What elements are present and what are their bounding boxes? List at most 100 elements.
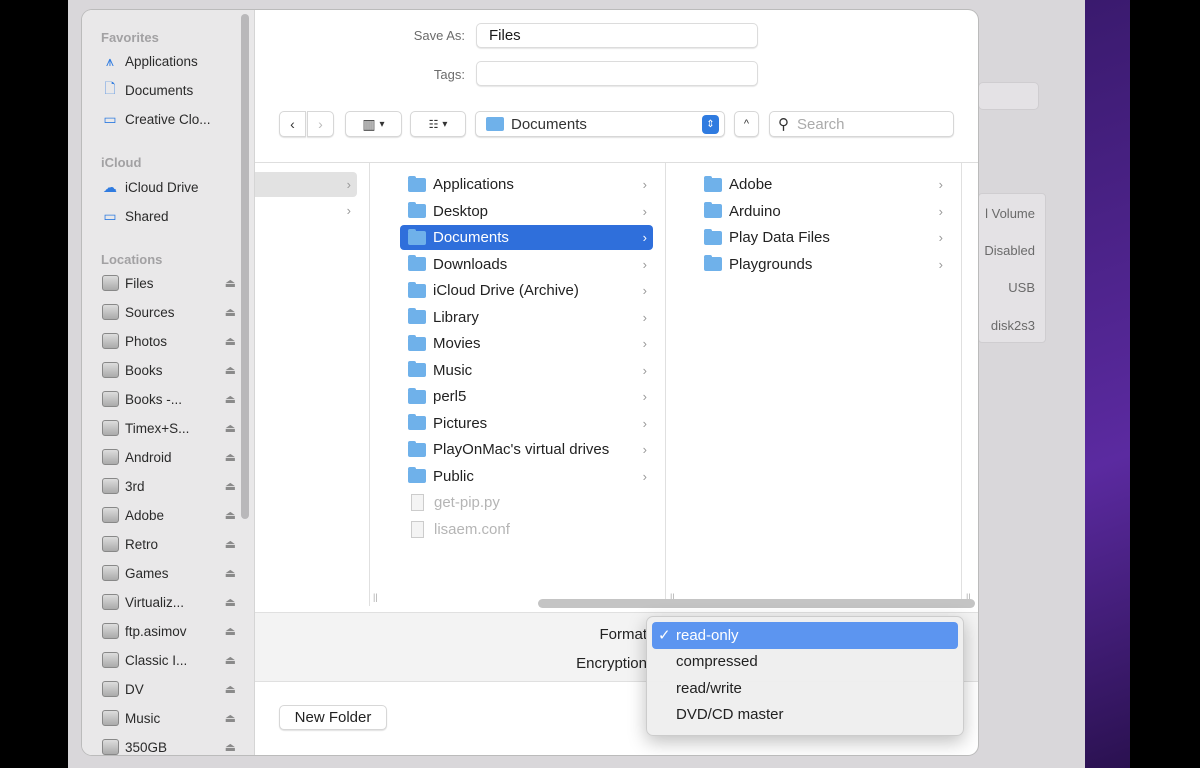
list-item[interactable]: › xyxy=(255,198,357,223)
search-input[interactable]: ⚲ Search xyxy=(769,111,954,137)
menu-item-read-only[interactable]: ✓ read-only xyxy=(652,622,958,649)
sidebar-item[interactable]: 350GB ⏏ xyxy=(101,735,236,755)
location-popup[interactable]: Documents ⇕ xyxy=(475,111,725,137)
eject-icon[interactable]: ⏏ xyxy=(225,363,236,377)
sidebar-item[interactable]: Books -... ⏏ xyxy=(101,387,236,411)
eject-icon[interactable]: ⏏ xyxy=(225,595,236,609)
list-item[interactable]: Adobe › xyxy=(696,172,949,197)
list-item[interactable]: Music › xyxy=(400,358,653,383)
list-item[interactable]: get-pip.py xyxy=(400,490,653,515)
list-item[interactable]: Play Data Files › xyxy=(696,225,949,250)
sidebar-item[interactable]: Books ⏏ xyxy=(101,358,236,382)
eject-icon[interactable]: ⏏ xyxy=(225,479,236,493)
eject-icon[interactable]: ⏏ xyxy=(225,624,236,638)
item-name: lisaem.conf xyxy=(434,520,510,538)
eject-icon[interactable]: ⏏ xyxy=(225,711,236,725)
menu-item-compressed[interactable]: compressed xyxy=(652,649,958,676)
disk-shape xyxy=(101,333,119,349)
list-item[interactable]: lisaem.conf xyxy=(400,517,653,542)
sidebar-item[interactable]: Retro ⏏ xyxy=(101,532,236,556)
eject-icon[interactable]: ⏏ xyxy=(225,392,236,406)
bg-info: Disabled xyxy=(984,243,1035,258)
sidebar-item[interactable]: Android ⏏ xyxy=(101,445,236,469)
list-item[interactable]: › xyxy=(255,172,357,197)
menu-item-dvd-cd-master[interactable]: DVD/CD master xyxy=(652,702,958,729)
sidebar-item[interactable]: Classic I... ⏏ xyxy=(101,648,236,672)
column-resize-handle[interactable]: || xyxy=(373,592,378,602)
eject-icon[interactable]: ⏏ xyxy=(225,305,236,319)
view-mode-button[interactable]: ▥ ▾ xyxy=(345,111,402,137)
chevron-right-icon: › xyxy=(642,283,647,298)
disk-shape xyxy=(101,652,119,668)
eject-icon[interactable]: ⏏ xyxy=(225,508,236,522)
sidebar-item[interactable]: ▭ Shared xyxy=(101,204,236,228)
item-name: Play Data Files xyxy=(729,229,830,246)
save-as-input[interactable]: Files xyxy=(476,23,758,48)
sidebar-item[interactable]: ☁ iCloud Drive xyxy=(101,175,236,199)
sidebar-item[interactable]: Games ⏏ xyxy=(101,561,236,585)
eject-icon[interactable]: ⏏ xyxy=(225,537,236,551)
horizontal-scrollbar[interactable] xyxy=(538,599,975,608)
list-item[interactable]: Arduino › xyxy=(696,199,949,224)
eject-icon[interactable]: ⏏ xyxy=(225,334,236,348)
disk-shape xyxy=(101,594,119,610)
list-item[interactable]: PlayOnMac's virtual drives › xyxy=(400,437,653,462)
list-item[interactable]: perl5 › xyxy=(400,384,653,409)
sidebar-item[interactable]: Adobe ⏏ xyxy=(101,503,236,527)
eject-icon[interactable]: ⏏ xyxy=(225,682,236,696)
sidebar-item[interactable]: DV ⏏ xyxy=(101,677,236,701)
menu-item-read-write[interactable]: read/write xyxy=(652,675,958,702)
chevron-right-icon: › xyxy=(642,442,647,457)
sidebar-item[interactable]: Timex+S... ⏏ xyxy=(101,416,236,440)
eject-icon[interactable]: ⏏ xyxy=(225,740,236,754)
forward-button[interactable]: › xyxy=(307,111,334,137)
column-3: || Adobe › Arduino › Play Data Files › Playgrou… xyxy=(683,163,971,606)
eject-icon[interactable]: ⏏ xyxy=(225,276,236,290)
sidebar-item[interactable]: 🗋 Documents xyxy=(101,78,236,102)
list-item[interactable]: Desktop › xyxy=(400,199,653,224)
sidebar-item[interactable]: ⩚ Applications xyxy=(101,49,236,73)
disk-icon xyxy=(101,274,119,292)
list-item[interactable]: Library › xyxy=(400,305,653,330)
desktop-wallpaper xyxy=(1085,0,1130,768)
folder-icon xyxy=(408,361,426,377)
list-item[interactable]: Documents › xyxy=(400,225,653,250)
sidebar-item[interactable]: Photos ⏏ xyxy=(101,329,236,353)
eject-icon[interactable]: ⏏ xyxy=(225,450,236,464)
sidebar-item[interactable]: Files ⏏ xyxy=(101,271,236,295)
sidebar-item[interactable]: ▭ Creative Clo... xyxy=(101,107,236,131)
back-button[interactable]: ‹ xyxy=(279,111,306,137)
sidebar-item[interactable]: 3rd ⏏ xyxy=(101,474,236,498)
app-store-icon: ⩚ xyxy=(106,52,114,69)
disk-icon xyxy=(101,506,119,524)
eject-icon[interactable]: ⏏ xyxy=(225,421,236,435)
list-item[interactable]: Public › xyxy=(400,464,653,489)
item-name: Adobe xyxy=(729,176,773,193)
sidebar-item-label: 3rd xyxy=(125,478,145,494)
list-item[interactable]: Applications › xyxy=(400,172,653,197)
eject-icon[interactable]: ⏏ xyxy=(225,566,236,580)
list-item[interactable]: Playgrounds › xyxy=(696,252,949,277)
list-item[interactable]: Downloads › xyxy=(400,252,653,277)
eject-icon[interactable]: ⏏ xyxy=(225,653,236,667)
sidebar-item[interactable]: Music ⏏ xyxy=(101,706,236,730)
sidebar-scrollbar[interactable] xyxy=(241,14,249,519)
bg-info: l Volume xyxy=(985,206,1035,221)
chevron-right-icon: › xyxy=(642,389,647,404)
list-item[interactable]: Movies › xyxy=(400,331,653,356)
disk-icon xyxy=(101,564,119,582)
expand-collapse-button[interactable]: ^ xyxy=(734,111,759,137)
list-item[interactable]: Pictures › xyxy=(400,411,653,436)
new-folder-button[interactable]: New Folder xyxy=(279,705,387,730)
sidebar-item[interactable]: ftp.asimov ⏏ xyxy=(101,619,236,643)
sidebar-item[interactable]: Sources ⏏ xyxy=(101,300,236,324)
group-button[interactable]: ☷ ▾ xyxy=(410,111,466,137)
item-name: Public xyxy=(433,467,474,485)
disk-icon xyxy=(101,332,119,350)
sidebar-item[interactable]: Virtualiz... ⏏ xyxy=(101,590,236,614)
tags-input[interactable] xyxy=(476,61,758,86)
sidebar-item-label: Games xyxy=(125,565,169,581)
grid-icon: ☷ xyxy=(428,118,439,131)
list-item[interactable]: iCloud Drive (Archive) › xyxy=(400,278,653,303)
sidebar-item-label: Books -... xyxy=(125,391,183,407)
